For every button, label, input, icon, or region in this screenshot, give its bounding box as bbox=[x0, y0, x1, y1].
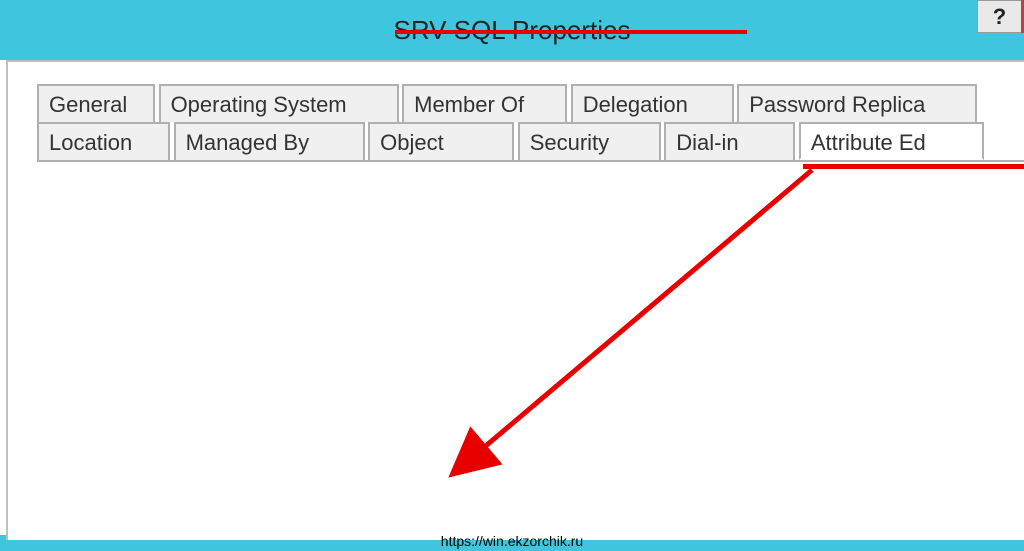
tab-general[interactable]: General bbox=[37, 84, 155, 122]
tab-member-of[interactable]: Member Of bbox=[402, 84, 567, 122]
tab-security[interactable]: Security bbox=[518, 122, 661, 160]
tab-panel bbox=[37, 160, 1024, 540]
tab-password-replication[interactable]: Password Replica bbox=[737, 84, 977, 122]
help-icon: ? bbox=[993, 4, 1006, 30]
tab-operating-system[interactable]: Operating System bbox=[159, 84, 399, 122]
dialog-body: General Operating System Member Of Deleg… bbox=[6, 60, 1024, 540]
desktop-background: SRV-SQL Properties ? General Operating S… bbox=[0, 0, 1024, 551]
properties-dialog: SRV-SQL Properties ? General Operating S… bbox=[0, 0, 1024, 535]
watermark: https://win.ekzorchik.ru bbox=[0, 533, 1024, 549]
title-underline-annotation bbox=[395, 30, 747, 34]
tab-dial-in[interactable]: Dial-in bbox=[664, 122, 795, 160]
tab-attribute-editor[interactable]: Attribute Ed bbox=[799, 122, 984, 160]
tab-row-2: Location Managed By Object Security Dial… bbox=[37, 122, 1024, 160]
tab-object[interactable]: Object bbox=[368, 122, 514, 160]
tab-underline-annotation bbox=[803, 164, 1024, 169]
help-button[interactable]: ? bbox=[977, 0, 1022, 33]
tab-row-1: General Operating System Member Of Deleg… bbox=[37, 84, 1024, 122]
tab-delegation[interactable]: Delegation bbox=[571, 84, 734, 122]
tab-managed-by[interactable]: Managed By bbox=[174, 122, 365, 160]
tab-location[interactable]: Location bbox=[37, 122, 170, 160]
